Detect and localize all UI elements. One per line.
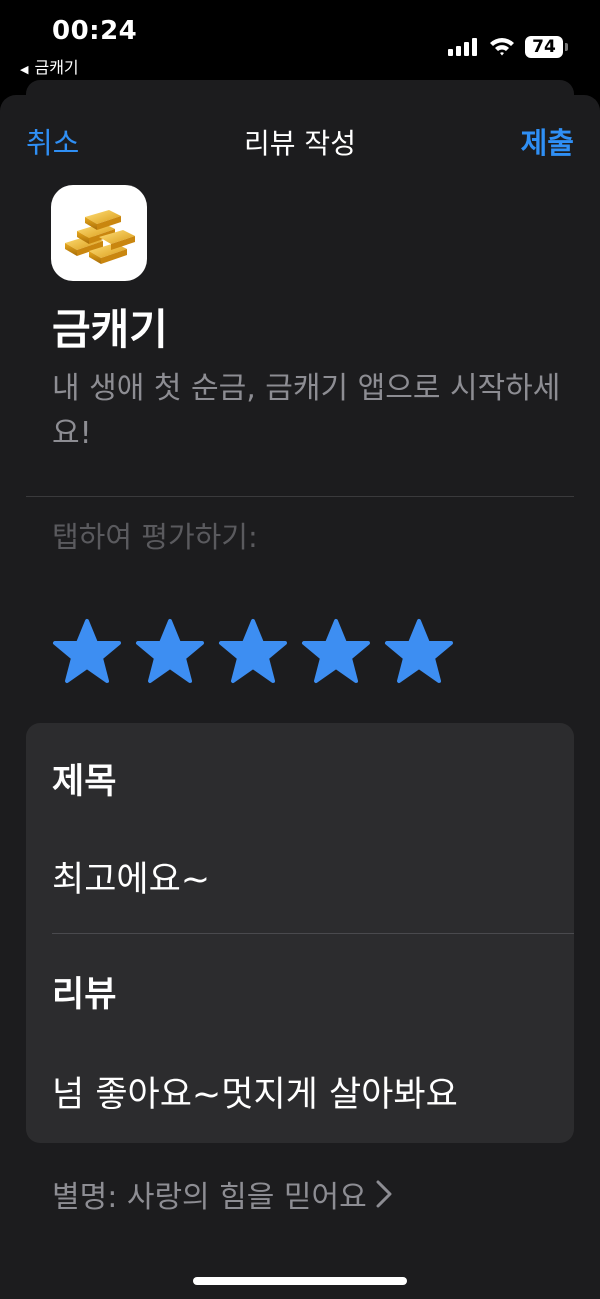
- star-2-icon[interactable]: [135, 618, 205, 688]
- cellular-signal-icon: [448, 38, 478, 56]
- page-title: 리뷰 작성: [244, 127, 356, 160]
- battery-tip: [565, 43, 568, 51]
- star-rating[interactable]: [52, 618, 462, 688]
- form-divider: [52, 933, 574, 934]
- title-label: 제목: [52, 762, 117, 802]
- back-triangle-icon: ◀: [20, 63, 29, 76]
- star-1-icon[interactable]: [52, 618, 122, 688]
- rating-hint: 탭하여 평가하기:: [52, 520, 258, 554]
- chevron-right-icon: [376, 1180, 392, 1208]
- review-label: 리뷰: [52, 975, 117, 1015]
- home-indicator[interactable]: [193, 1277, 407, 1285]
- app-name: 금캐기: [52, 305, 168, 354]
- review-textarea[interactable]: 넘 좋아요~멋지게 살아봐요: [52, 1066, 458, 1117]
- nickname-row[interactable]: 별명: 사랑의 힘을 믿어요: [52, 1172, 393, 1216]
- star-5-icon[interactable]: [384, 618, 454, 688]
- battery-indicator: 74: [525, 36, 563, 58]
- app-subtitle: 내 생애 첫 순금, 금캐기 앱으로 시작하세요!: [52, 371, 561, 451]
- title-input[interactable]: 최고에요~: [52, 851, 210, 902]
- gold-bars-icon: [51, 185, 147, 281]
- submit-button[interactable]: 제출: [521, 120, 574, 162]
- back-app-label: 금캐기: [34, 58, 79, 77]
- star-3-icon[interactable]: [218, 618, 288, 688]
- status-time: 00:24: [52, 16, 138, 46]
- section-divider: [26, 496, 574, 497]
- nickname-label: 별명: 사랑의 힘을 믿어요: [52, 1180, 367, 1215]
- review-form-card: 제목 최고에요~ 리뷰 넘 좋아요~멋지게 살아봐요: [26, 723, 574, 1143]
- star-4-icon[interactable]: [301, 618, 371, 688]
- status-bar: 00:24 ◀ 금캐기 74: [0, 0, 600, 80]
- wifi-icon: [490, 38, 514, 56]
- back-to-app-link[interactable]: ◀ 금캐기: [20, 54, 79, 78]
